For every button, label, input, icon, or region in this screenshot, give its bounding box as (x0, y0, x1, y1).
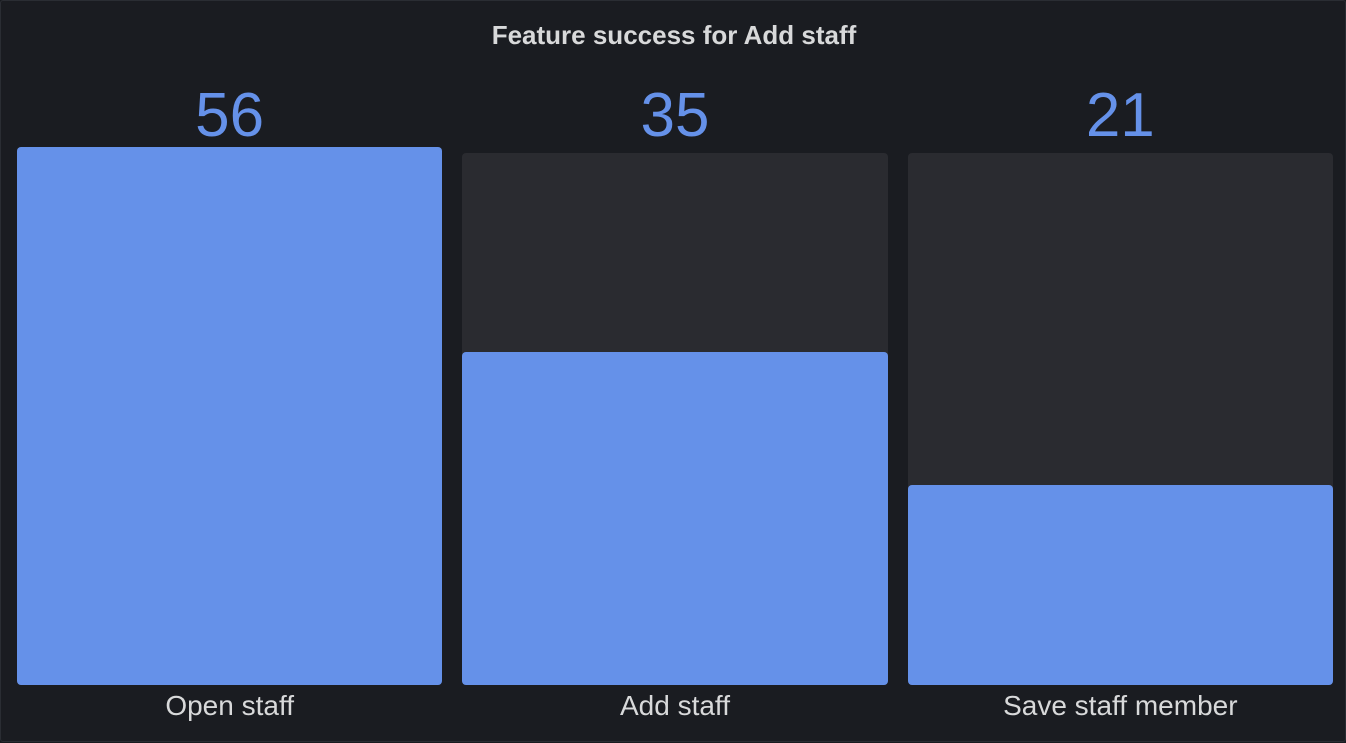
bar-column: 21 Save staff member (907, 1, 1333, 743)
bar-value-label: 56 (195, 81, 265, 150)
chart-panel: Feature success for Add staff 56 Open sta… (0, 0, 1346, 742)
bar-track (17, 147, 443, 685)
category-label: Save staff member (1003, 690, 1238, 721)
bar (462, 352, 888, 685)
bar (17, 147, 443, 685)
bar-column: 56 Open staff (17, 1, 443, 743)
bar (907, 485, 1333, 685)
bar-value-label: 21 (1085, 81, 1155, 150)
category-label: Open staff (165, 690, 294, 721)
bar-track (462, 153, 888, 685)
bar-value-label: 35 (640, 81, 710, 150)
bar-track (907, 153, 1333, 685)
category-label: Add staff (619, 690, 730, 721)
bar-column: 35 Add staff (462, 1, 888, 743)
